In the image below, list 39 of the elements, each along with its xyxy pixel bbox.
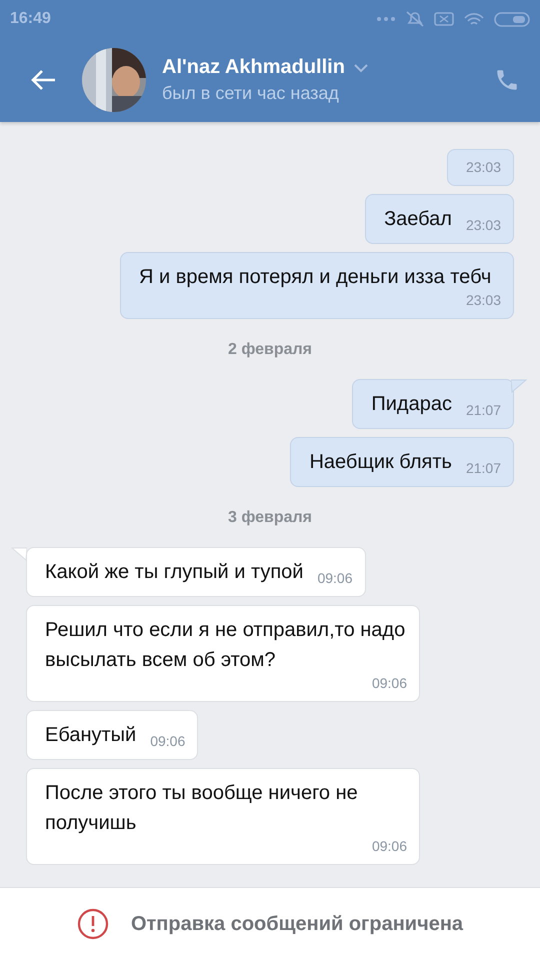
message-time: 09:06 [372,675,407,691]
date-separator: 2 февраля [226,340,314,360]
message-text: Я и время потерял и деньги изза тебч [139,265,492,290]
incoming-message-bubble[interactable]: Какой же ты глупый и тупой 09:06 [26,547,366,597]
message-time: 23:03 [466,292,501,308]
outgoing-message-bubble[interactable]: Заебал 23:03 [365,194,514,244]
date-separator: 3 февраля [226,508,314,528]
message-time: 23:03 [466,217,501,233]
muted-bell-icon [406,11,424,27]
warning-icon [76,908,109,940]
message-time: 09:06 [150,733,186,749]
message-text: Заебал [384,207,452,232]
restriction-notice: Отправка сообщений ограничена [130,912,464,936]
last-seen-status: был в сети час назад [162,83,340,104]
incoming-message-bubble[interactable]: Решил что если я не отправил,то надо высылать всем об этом? 09:06 [26,605,420,702]
message-text: Ебанутый [45,723,136,748]
status-time: 16:49 [10,10,51,28]
chevron-down-icon[interactable] [352,62,369,72]
message-time: 09:06 [372,838,407,854]
sim-icon [434,12,454,26]
message-time: 21:07 [466,402,501,418]
message-text: Решил что если я не отправил,то надо высылать всем об этом? [45,618,406,673]
incoming-message-bubble[interactable]: После этого ты вообще ничего не получишь 09:06 [26,768,420,865]
message-text: После этого ты вообще ничего не получишь [45,781,359,836]
message-time: 21:07 [466,460,501,476]
incoming-message-bubble[interactable]: Ебанутый 09:06 [26,710,198,760]
back-arrow-icon[interactable] [30,69,56,91]
more-dots-icon [376,16,396,22]
message-text: Какой же ты глупый и тупой [45,560,304,585]
battery-icon [494,12,530,26]
wifi-icon [464,13,484,25]
message-text: Пидарас [371,392,452,417]
message-time: 23:03 [466,159,501,175]
contact-name[interactable]: Al'naz Akhmadullin [162,56,345,79]
outgoing-message-bubble[interactable]: Наебщик блять 21:07 [290,437,514,487]
outgoing-message-bubble[interactable]: Я и время потерял и деньги изза тебч 23:03 [120,252,514,319]
message-text: Наебщик блять [309,450,452,475]
message-time: 09:06 [317,570,352,586]
outgoing-message-bubble[interactable]: Пидарас 21:07 [352,379,514,429]
